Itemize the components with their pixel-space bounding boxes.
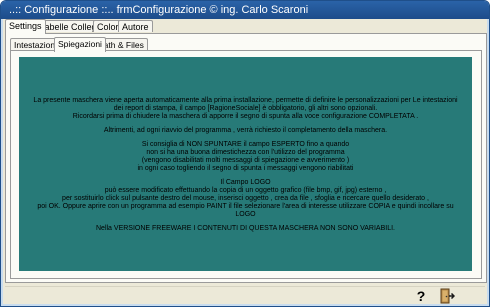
explanation-line: in ogni caso togliendo il segno di spunt… [137,165,354,172]
explanation-line: può essere modificato effettuando la cop… [104,187,387,194]
explanation-paragraph-restart: Altrimenti, ad ogni riavvio del programm… [19,127,472,135]
help-button[interactable]: ? [411,287,431,305]
explanation-paragraph-freeware: Nella VERSIONE FREEWARE I CONTENUTI DI Q… [19,225,472,233]
help-icon: ? [414,288,428,304]
explanation-line: LOGO [235,211,256,218]
explanation-line: poi OK. Oppure aprire con un programma a… [37,203,454,210]
settings-panel: Intestazione Spiegazioni Path & Files La… [5,33,487,283]
window-client-area: Settings Tabelle Collegate Colori Autore… [3,19,487,304]
svg-text:?: ? [417,288,426,304]
tab-settings[interactable]: Settings [5,19,46,34]
exit-button[interactable] [437,287,457,305]
exit-door-icon [439,288,455,304]
explanation-paragraph-intro: La presente maschera viene aperta automa… [19,97,472,121]
title-bar[interactable]: ..:: Configurazione ::.. frmConfigurazio… [1,1,489,19]
window-title: ..:: Configurazione ::.. frmConfigurazio… [9,4,309,16]
explanation-line: La presente maschera viene aperta automa… [33,97,458,104]
explanation-paragraph-expert: Si consiglia di NON SPUNTARE il campo ES… [19,141,472,173]
spiegazioni-panel: La presente maschera viene aperta automa… [10,50,482,279]
explanation-line: Si consiglia di NON SPUNTARE il campo ES… [141,141,350,148]
explanation-box: La presente maschera viene aperta automa… [19,57,472,271]
explanation-line: Altrimenti, ad ogni riavvio del programm… [103,127,388,134]
explanation-line: (vengono disabilitati molti messaggi di … [141,157,350,164]
explanation-line: Il Campo LOGO [220,179,271,186]
explanation-line: Nella VERSIONE FREEWARE I CONTENUTI DI Q… [96,225,395,232]
explanation-line: non si ha una buona dimestichezza con l'… [146,149,345,156]
tab-spiegazioni[interactable]: Spiegazioni [54,37,106,52]
explanation-line: Ricordarsi prima di chiudere la maschera… [72,113,419,120]
tab-autore[interactable]: Autore [118,20,153,32]
explanation-line: per sostituirlo click sul pulsante destr… [62,195,429,202]
explanation-line: dei report di stampa, il campo [RagioneS… [113,105,378,112]
explanation-paragraph-logo: Il Campo LOGO può essere modificato effe… [19,179,472,219]
configuration-window: ..:: Configurazione ::.. frmConfigurazio… [0,0,490,307]
